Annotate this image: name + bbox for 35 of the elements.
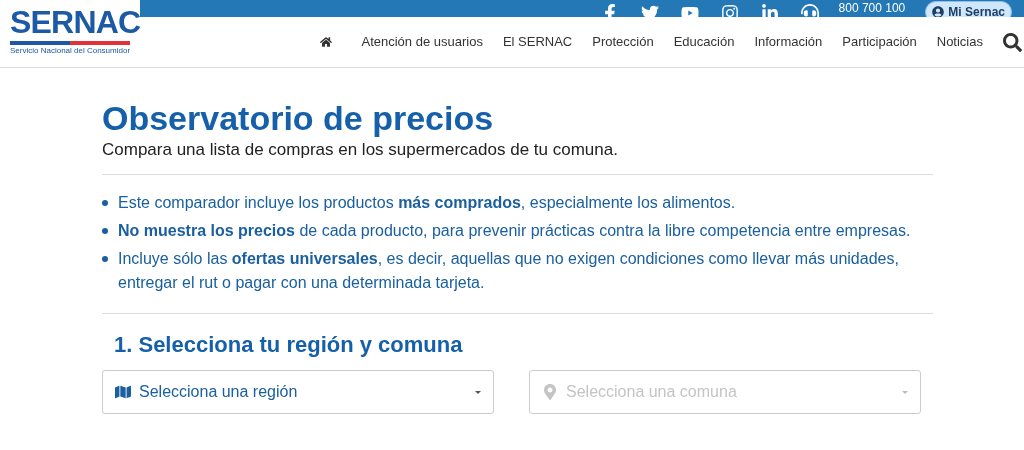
twitter-icon[interactable] <box>640 4 659 17</box>
step-heading: 1. Selecciona tu región y comuna <box>114 331 464 359</box>
nav-link[interactable]: Protección <box>582 32 664 52</box>
nav-link[interactable]: Atención de usuarios <box>351 32 493 52</box>
nav-link[interactable]: El SERNAC <box>492 32 583 52</box>
page-title: Observatorio de precios <box>102 98 495 138</box>
bullet-text: Incluye sólo las ofertas universales, es decir, aquellas que no exigen condiciones como llevar más unidades, entregar el rut o pagar con una determinada tarjeta. <box>118 249 900 293</box>
nav-link[interactable]: Participación <box>832 32 927 52</box>
logo-tagline: Servicio Nacional del Consumidor <box>10 46 132 56</box>
instagram-icon[interactable] <box>720 4 739 17</box>
account-button[interactable]: Mi Sernac <box>925 1 1012 17</box>
bullet-text: Este comparador incluye los productos más comprados, especialmente los alimentos. <box>118 193 736 213</box>
phone-number[interactable]: 800 700 100 <box>838 1 906 16</box>
bullet-text: No muestra los precios de cada producto, para prevenir prácticas contra la libre competencia entre empresas. <box>118 221 911 241</box>
nav-link[interactable]: Información <box>744 32 833 52</box>
caret-icon <box>475 390 481 394</box>
user-icon <box>932 6 945 17</box>
bullet-icon <box>102 200 108 206</box>
caret-icon <box>902 390 908 394</box>
pin-icon <box>542 384 558 400</box>
nav-link[interactable]: Noticias <box>926 32 993 52</box>
nav-link[interactable]: Educación <box>663 32 745 52</box>
home-icon[interactable] <box>320 36 333 48</box>
headset-icon <box>800 4 819 17</box>
logo-wordmark[interactable]: SERNAC <box>10 4 140 40</box>
select-field[interactable]: Selecciona una región <box>102 370 494 414</box>
search-icon[interactable] <box>1003 32 1022 52</box>
select-placeholder: Selecciona una región <box>139 382 299 402</box>
bullet-icon <box>102 256 108 262</box>
map-icon <box>115 384 131 400</box>
linkedin-icon[interactable] <box>760 4 779 17</box>
select-placeholder: Selecciona una comuna <box>566 382 738 402</box>
bullet-icon <box>102 228 108 234</box>
youtube-icon[interactable] <box>680 4 699 17</box>
page-subtitle: Compara una lista de compras en los supermercados de tu comuna. <box>102 139 619 161</box>
